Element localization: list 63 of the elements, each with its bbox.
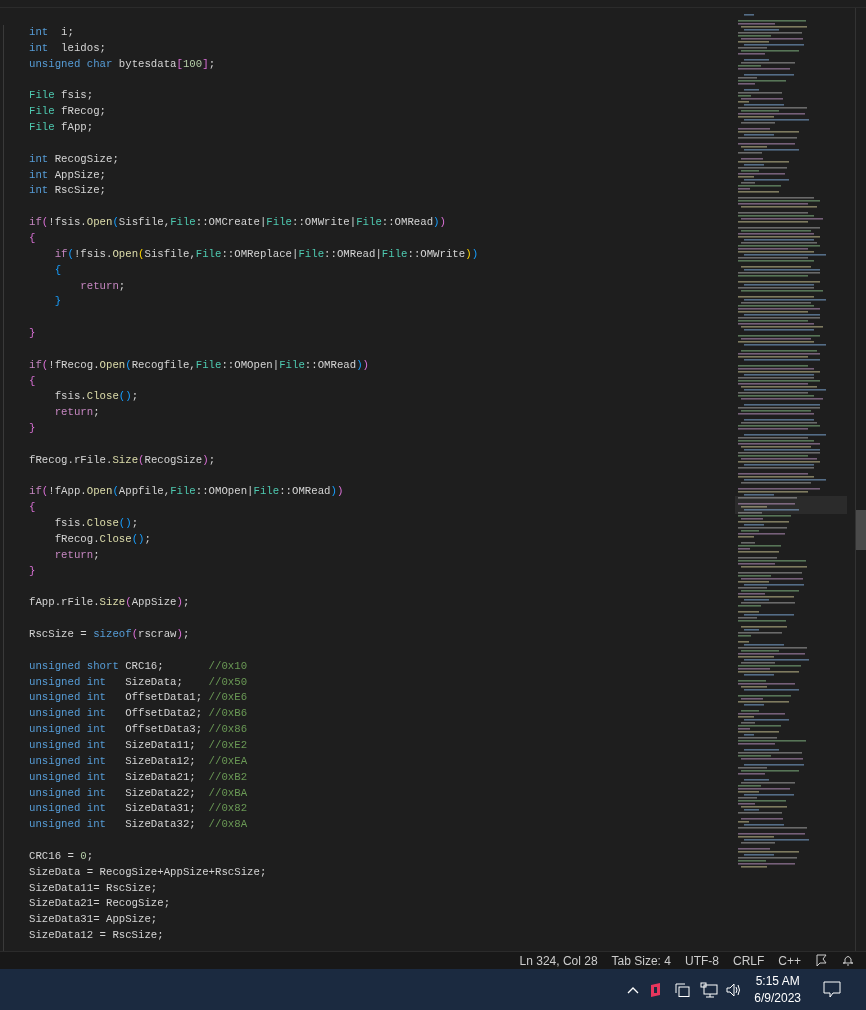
- code-line: unsigned int SizeData11; //0xE2: [29, 738, 248, 751]
- code-line: if(!fApp.Open(Appfile,File::OMOpen|File::OMRead)): [29, 485, 344, 498]
- code-line: fApp.rFile.Size(AppSize);: [29, 596, 190, 609]
- code-line: int RscSize;: [29, 184, 106, 197]
- code-line: File fsis;: [29, 89, 94, 102]
- code-line: unsigned char bytesdata[100];: [29, 57, 216, 70]
- code-line: {: [29, 374, 36, 387]
- network-icon[interactable]: [700, 981, 719, 998]
- code-line: return;: [53, 406, 100, 419]
- code-line: SizeData12 = RscSize;: [29, 929, 164, 942]
- code-line: }: [53, 295, 62, 308]
- code-line: if(!fsis.Open(Sisfile,File::OMCreate|File::OMWrite|File::OMRead)): [29, 216, 446, 229]
- code-line: int leidos;: [29, 41, 106, 54]
- code-line: }: [29, 564, 36, 577]
- code-line: unsigned short CRC16; //0x10: [29, 659, 248, 672]
- code-line: RscSize = sizeof(rscraw);: [29, 628, 190, 641]
- windows-icon[interactable]: [675, 982, 691, 997]
- chevron-up-icon[interactable]: [627, 985, 640, 994]
- code-line: SizeData11= RscSize;: [29, 881, 158, 894]
- code-line: SizeData31= AppSize;: [29, 913, 158, 926]
- code-line: File fRecog;: [29, 105, 106, 118]
- code-line: unsigned int OffsetData2; //0xB6: [29, 707, 248, 720]
- code-line: CRC16 = 0;: [29, 849, 94, 862]
- code-line: if(!fRecog.Open(Recogfile,File::OMOpen|File::OMRead)): [29, 358, 369, 371]
- code-line: int RecogSize;: [29, 152, 119, 165]
- code-line: fsis.Close();: [53, 517, 139, 530]
- code-line: return;: [53, 548, 100, 561]
- volume-icon[interactable]: [726, 982, 743, 997]
- code-line: SizeData21= RecogSize;: [29, 897, 171, 910]
- code-line: {: [53, 263, 62, 276]
- code-line: int i;: [29, 26, 74, 38]
- code-line: unsigned int OffsetData3; //0x86: [29, 723, 248, 736]
- code-line: unsigned int SizeData32; //0x8A: [29, 818, 248, 831]
- code-line: return;: [79, 279, 126, 292]
- status-item[interactable]: Ln 324, Col 28: [519, 951, 598, 970]
- code-line: if(!fsis.Open(Sisfile,File::OMReplace|File::OMRead|File::OMWrite)): [53, 247, 479, 260]
- code-line: unsigned int SizeData; //0x50: [29, 675, 248, 688]
- status-item[interactable]: UTF-8: [684, 951, 719, 970]
- status-item[interactable]: C++: [778, 951, 801, 970]
- code-line: unsigned int OffsetData1; //0xE6: [29, 691, 248, 704]
- status-item[interactable]: CRLF: [732, 951, 765, 970]
- code-line: fRecog.Close();: [53, 533, 151, 545]
- code-line: fRecog.rFile.Size(RecogSize);: [29, 453, 216, 466]
- code-line: fsis.Close();: [53, 390, 139, 403]
- status-item[interactable]: Tab Size: 4: [611, 951, 671, 970]
- app-icon[interactable]: [650, 981, 662, 998]
- scrollbar-thumb[interactable]: [856, 510, 866, 550]
- code-line: File fApp;: [29, 121, 94, 134]
- code-line: {: [29, 231, 36, 244]
- code-line: unsigned int SizeData31; //0x82: [29, 802, 248, 815]
- code-line: unsigned int SizeData12; //0xEA: [29, 754, 248, 767]
- code-line: unsigned int SizeData21; //0xB2: [29, 770, 248, 783]
- code-line: }: [29, 422, 36, 435]
- feedback-icon[interactable]: [815, 954, 828, 967]
- code-line: int AppSize;: [29, 168, 106, 181]
- clock-date[interactable]: 6/9/2023: [754, 989, 801, 1007]
- notification-icon[interactable]: [823, 981, 841, 998]
- code-line: }: [29, 327, 36, 340]
- bell-icon[interactable]: [842, 954, 854, 967]
- clock-time[interactable]: 5:15 AM: [755, 972, 800, 990]
- code-line: {: [29, 501, 36, 514]
- code-line: SizeData = RecogSize+AppSize+RscSize;: [29, 865, 267, 878]
- code-line: unsigned int SizeData22; //0xBA: [29, 786, 248, 799]
